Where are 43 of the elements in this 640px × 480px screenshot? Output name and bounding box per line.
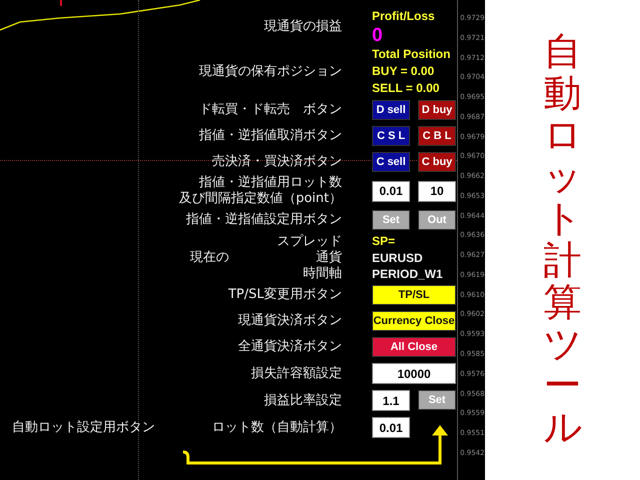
- input-field[interactable]: 10: [418, 180, 456, 202]
- status-text: SELL = 0.00: [372, 80, 440, 97]
- input-field[interactable]: 0.01: [372, 417, 410, 438]
- panel-button[interactable]: C sell: [372, 152, 410, 172]
- row-label: 現通貨の保有ポジション: [199, 64, 342, 80]
- panel-button[interactable]: Currency Close: [372, 311, 456, 331]
- status-text: PERIOD_W1: [372, 266, 444, 282]
- row-label: 損益比率設定: [264, 392, 342, 408]
- row-label: 現通貨決済ボタン: [238, 313, 342, 329]
- row-label: 指値・逆指値用ロット数: [199, 175, 342, 191]
- panel-button[interactable]: D buy: [418, 100, 456, 120]
- field-label: スプレッド: [277, 234, 342, 250]
- row-label: TP/SL変更用ボタン: [228, 287, 342, 303]
- panel-button[interactable]: C S L: [372, 126, 410, 146]
- row-label: 売決済・買決済ボタン: [212, 154, 342, 170]
- note-label: 自動ロット設定用ボタン: [12, 420, 155, 436]
- status-text: 0: [372, 25, 384, 46]
- panel-button[interactable]: TP/SL: [372, 285, 456, 305]
- status-text: BUY = 0.00: [372, 63, 436, 80]
- field-label: 時間軸: [303, 266, 342, 282]
- input-field[interactable]: 1.1: [372, 390, 410, 411]
- row-label: 現通貨の損益: [264, 19, 342, 35]
- row-label: 指値・逆指値設定用ボタン: [186, 212, 342, 228]
- candle-mark: [60, 0, 62, 6]
- input-field[interactable]: 0.01: [372, 180, 410, 202]
- row-label: ド転買・ド転売 ボタン: [199, 102, 342, 118]
- row-label: 指値・逆指値取消ボタン: [199, 128, 342, 144]
- status-text: EURUSD: [372, 250, 424, 266]
- row-label: 全通貨決済ボタン: [238, 339, 342, 355]
- panel-button[interactable]: All Close: [372, 337, 456, 357]
- row-label: ロット数（自動計算）: [212, 420, 342, 436]
- status-text: Total Position: [372, 46, 452, 63]
- row-label: 及び間隔指定数値（point）: [178, 191, 342, 207]
- panel-button[interactable]: C B L: [418, 126, 456, 146]
- input-field[interactable]: 10000: [372, 363, 456, 384]
- panel-button[interactable]: C buy: [418, 152, 456, 172]
- panel-button[interactable]: D sell: [372, 100, 410, 120]
- status-text: SP=: [372, 233, 396, 250]
- vertical-title: 自動ロット計算ツール: [544, 31, 582, 449]
- field-label: 通貨: [316, 250, 342, 266]
- status-text: Profit/Loss: [372, 8, 436, 25]
- current-label: 現在の: [190, 250, 229, 266]
- row-label: 損失許容額設定: [251, 366, 342, 382]
